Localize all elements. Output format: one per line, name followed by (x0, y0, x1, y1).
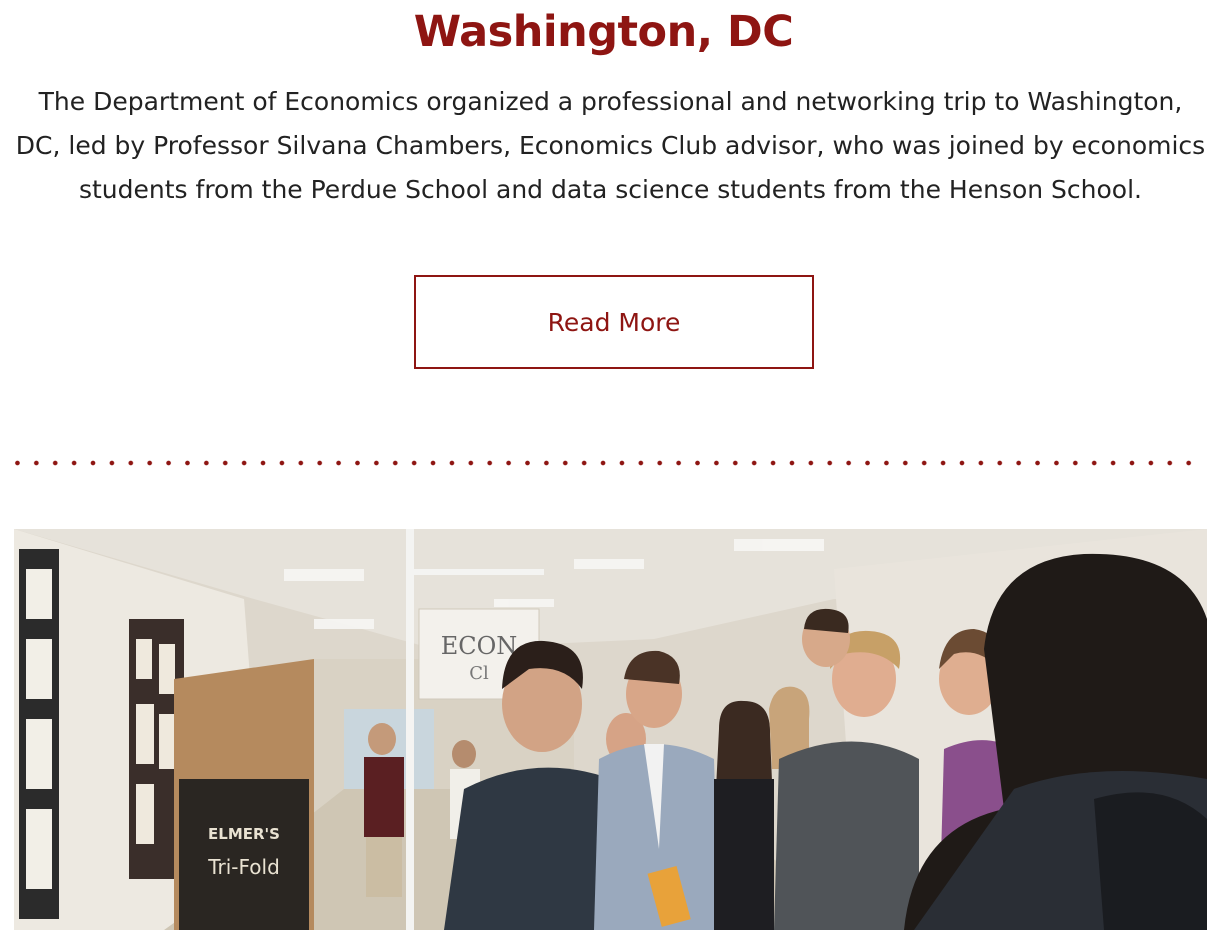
box-product-text: Tri-Fold (207, 855, 280, 879)
sign-econ-text: ECON (441, 632, 518, 660)
dotted-divider (8, 459, 1203, 467)
article-title: Washington, DC (413, 7, 794, 57)
article-photo[interactable]: ELMER'S Tri-Fold ECON Cl (14, 529, 1207, 930)
econ-club-event-photo: ELMER'S Tri-Fold ECON Cl (14, 529, 1207, 930)
sign-club-text: Cl (469, 663, 489, 684)
read-more-button[interactable]: Read More (414, 275, 814, 369)
article-body: The Department of Economics organized a … (15, 87, 1206, 204)
box-brand-text: ELMER'S (208, 825, 280, 843)
